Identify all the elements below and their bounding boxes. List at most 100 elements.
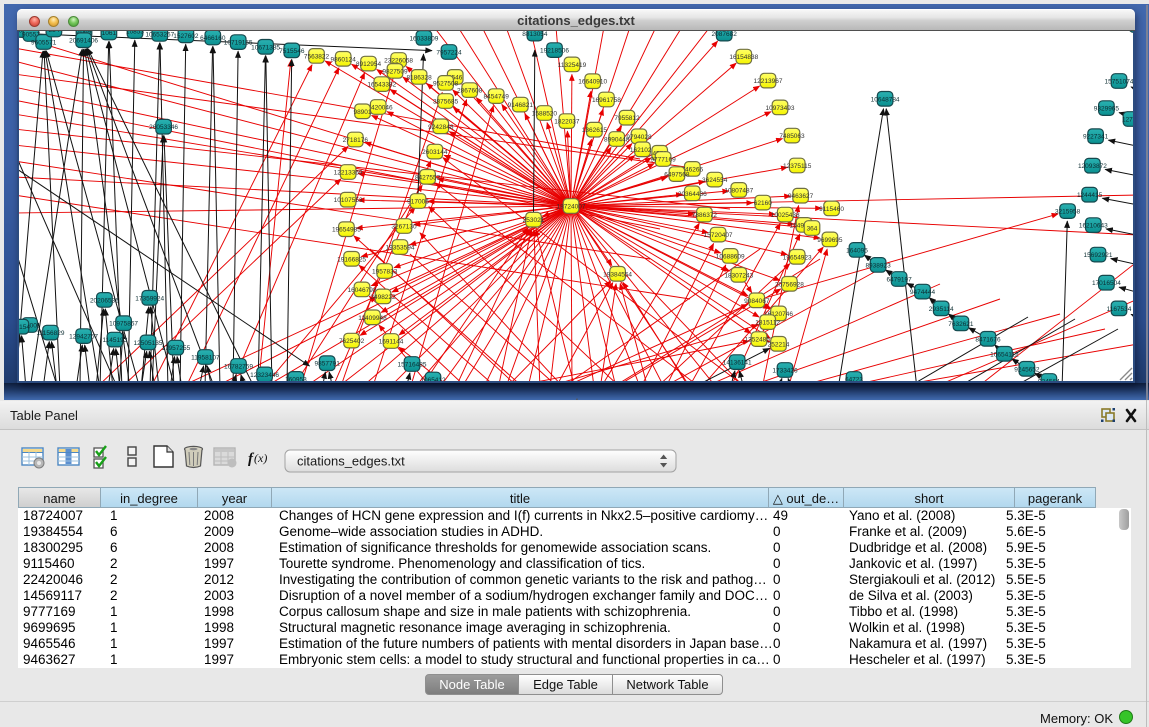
svg-text:15751074: 15751074 <box>1105 79 1133 86</box>
svg-text:9242848: 9242848 <box>428 124 454 131</box>
svg-text:6466160: 6466160 <box>200 35 226 42</box>
svg-text:2718176: 2718176 <box>343 137 369 144</box>
svg-text:8454749: 8454749 <box>484 94 510 101</box>
svg-text:20756928: 20756928 <box>775 281 804 288</box>
svg-text:9227341: 9227341 <box>1083 134 1109 141</box>
svg-text:9527508: 9527508 <box>433 80 459 87</box>
svg-text:12323446: 12323446 <box>250 372 279 379</box>
svg-text:16543382: 16543382 <box>367 82 396 89</box>
svg-text:1061: 1061 <box>102 31 117 37</box>
svg-text:3215958: 3215958 <box>1055 209 1081 216</box>
svg-text:10807487: 10807487 <box>724 187 753 194</box>
svg-text:8813054: 8813054 <box>522 31 548 38</box>
svg-text:254: 254 <box>48 31 59 34</box>
svg-text:10973493: 10973493 <box>766 105 795 112</box>
svg-text:3498222: 3498222 <box>370 294 396 301</box>
svg-text:15692921: 15692921 <box>1084 252 1113 259</box>
svg-text:8427552: 8427552 <box>415 174 441 181</box>
svg-text:9794028: 9794028 <box>626 134 652 141</box>
svg-text:9860124: 9860124 <box>331 56 357 63</box>
svg-text:16154838: 16154838 <box>729 54 758 61</box>
svg-text:15716485: 15716485 <box>398 362 427 369</box>
svg-text:11409948: 11409948 <box>358 315 387 322</box>
svg-text:252214: 252214 <box>768 341 790 348</box>
svg-text:253021: 253021 <box>523 217 545 224</box>
svg-text:9084067: 9084067 <box>744 298 770 305</box>
svg-text:9699695: 9699695 <box>817 237 843 244</box>
svg-text:9605571: 9605571 <box>31 40 57 47</box>
svg-text:12213369: 12213369 <box>334 170 363 177</box>
svg-text:10654112: 10654112 <box>990 351 1019 358</box>
svg-text:11325419: 11325419 <box>558 62 587 69</box>
svg-text:10653267: 10653267 <box>145 31 174 38</box>
svg-text:6497568: 6497568 <box>664 172 690 179</box>
svg-text:16046798: 16046798 <box>348 287 377 294</box>
svg-text:3875685: 3875685 <box>433 99 459 106</box>
svg-text:64723: 64723 <box>845 377 863 382</box>
svg-text:1822037: 1822037 <box>554 119 580 126</box>
svg-text:2867608: 2867608 <box>457 88 483 95</box>
svg-text:26053346: 26053346 <box>149 124 178 131</box>
svg-text:1065412: 1065412 <box>420 377 446 381</box>
svg-text:164095: 164095 <box>846 247 868 254</box>
svg-text:12774: 12774 <box>1122 117 1133 124</box>
svg-text:(x): (x) <box>254 451 267 465</box>
svg-text:9146821: 9146821 <box>508 102 534 109</box>
svg-text:3624554: 3624554 <box>702 177 728 184</box>
svg-text:9115460: 9115460 <box>819 206 844 213</box>
svg-text:12093872: 12093872 <box>1078 163 1107 170</box>
svg-text:9463627: 9463627 <box>788 193 814 200</box>
svg-text:1957833: 1957833 <box>372 269 398 276</box>
svg-text:12942757: 12942757 <box>69 334 98 341</box>
svg-text:12375115: 12375115 <box>783 163 812 170</box>
svg-text:16033809: 16033809 <box>409 35 438 42</box>
svg-text:9245652: 9245652 <box>1014 366 1040 373</box>
svg-text:7957224: 7957224 <box>436 50 462 57</box>
svg-text:19218506: 19218506 <box>540 48 569 55</box>
svg-text:2087682: 2087682 <box>712 31 738 38</box>
svg-text:9777169: 9777169 <box>650 157 676 164</box>
svg-text:12505135: 12505135 <box>134 340 163 347</box>
svg-text:11156829: 11156829 <box>37 330 65 337</box>
svg-text:10688609: 10688609 <box>716 253 745 260</box>
svg-text:39154: 39154 <box>19 324 30 331</box>
svg-text:citations_edges.txt: citations_edges.txt <box>297 454 405 469</box>
svg-text:7625402: 7625402 <box>339 338 365 345</box>
svg-text:1244415: 1244415 <box>1077 192 1103 199</box>
svg-text:1588520: 1588520 <box>532 111 558 118</box>
svg-text:8912954: 8912954 <box>356 61 382 68</box>
svg-text:9474444: 9474444 <box>910 289 936 296</box>
svg-text:9827509: 9827509 <box>382 68 408 75</box>
svg-text:10975867: 10975867 <box>109 321 138 328</box>
svg-text:19353594: 19353594 <box>386 245 415 252</box>
svg-text:160953: 160953 <box>285 376 307 381</box>
svg-text:18724007: 18724007 <box>557 204 586 211</box>
svg-text:9857791: 9857791 <box>315 361 341 368</box>
svg-text:19654923: 19654923 <box>783 254 812 261</box>
svg-text:10025438: 10025438 <box>771 212 800 219</box>
svg-text:19654985: 19654985 <box>332 227 361 234</box>
svg-text:20206536: 20206536 <box>90 297 119 304</box>
svg-text:1145193: 1145193 <box>102 337 127 344</box>
svg-text:18307243: 18307243 <box>724 272 753 279</box>
svg-text:19384554: 19384554 <box>603 271 632 278</box>
svg-text:7632621: 7632621 <box>948 321 974 328</box>
svg-text:7515546: 7515546 <box>279 48 305 55</box>
svg-text:8186328: 8186328 <box>406 74 432 81</box>
svg-text:8471676: 8471676 <box>975 336 1001 343</box>
svg-text:1691144: 1691144 <box>379 339 404 346</box>
svg-text:2603144: 2603144 <box>422 149 448 156</box>
svg-text:917006: 917006 <box>407 199 429 206</box>
svg-text:17359924: 17359924 <box>135 295 164 302</box>
svg-text:17957255: 17957255 <box>161 345 190 352</box>
svg-text:16640910: 16640910 <box>578 79 607 86</box>
svg-text:15720407: 15720407 <box>704 232 733 239</box>
svg-text:1815112: 1815112 <box>755 320 780 327</box>
svg-text:10853: 10853 <box>126 31 144 36</box>
svg-text:7563822: 7563822 <box>304 53 330 60</box>
svg-text:17016504: 17016504 <box>1092 280 1121 287</box>
svg-text:16782759: 16782759 <box>224 364 253 371</box>
svg-text:16961758: 16961758 <box>592 97 621 104</box>
svg-text:924564: 924564 <box>1038 379 1060 382</box>
svg-text:14136141: 14136141 <box>723 360 752 367</box>
